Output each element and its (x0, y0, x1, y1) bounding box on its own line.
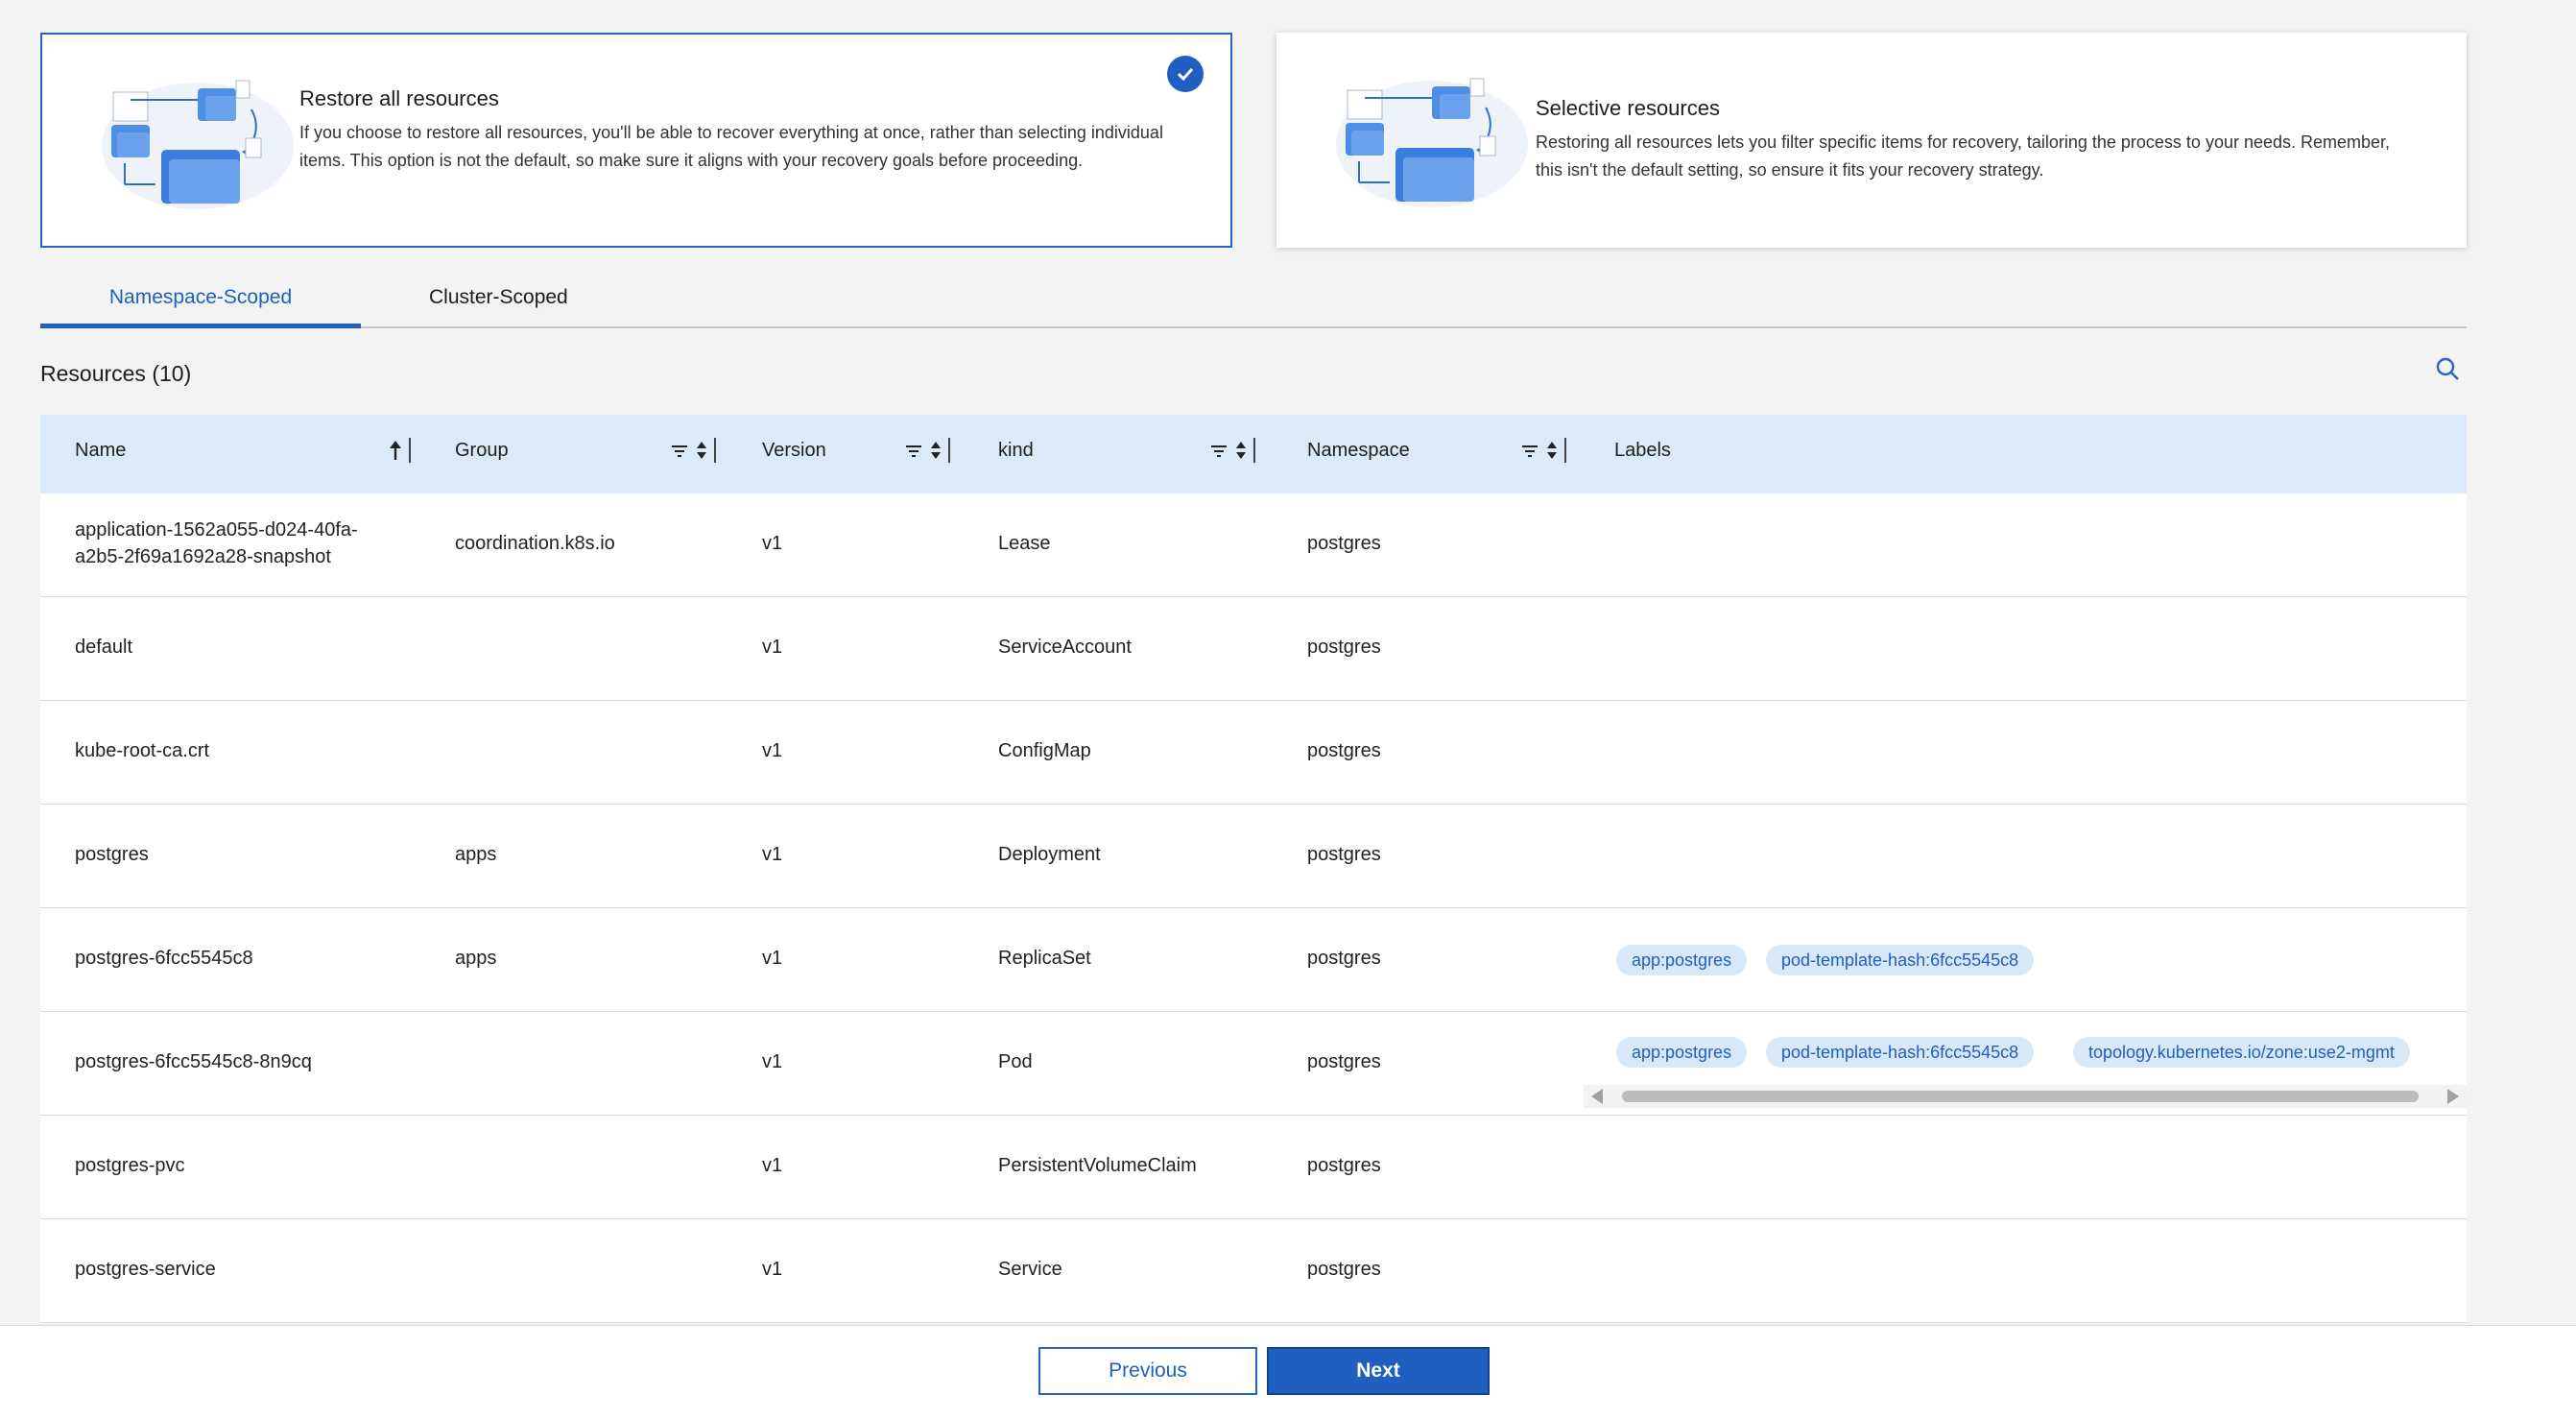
wizard-footer: Previous Next (0, 1325, 2576, 1419)
cell-name: postgres-pvc (75, 1155, 185, 1176)
scroll-right-arrow-icon[interactable] (2447, 1089, 2459, 1104)
column-resize-handle[interactable] (409, 438, 411, 463)
filter-icon[interactable] (1209, 439, 1228, 462)
cell-namespace: postgres (1307, 844, 1381, 865)
restore-all-title: Restore all resources (299, 86, 499, 110)
cell-kind: ReplicaSet (998, 948, 1091, 969)
label-chip: app:postgres (1616, 945, 1748, 975)
filter-icon[interactable] (1520, 439, 1539, 462)
cell-version: v1 (762, 637, 783, 658)
table-row[interactable]: kube-root-ca.crt v1 ConfigMap postgres (40, 701, 2467, 805)
table-row[interactable]: postgres-6fcc5545c8-8n9cq v1 Pod postgre… (40, 1012, 2467, 1116)
cell-name: default (75, 637, 133, 658)
table-header: Name Group Version kind Namespace Labels (40, 415, 2467, 493)
cell-namespace: postgres (1307, 948, 1381, 969)
cell-namespace: postgres (1307, 1259, 1381, 1280)
label-chip: pod-template-hash:6fcc5545c8 (1766, 1037, 2035, 1068)
cell-name: kube-root-ca.crt (75, 740, 210, 761)
selected-check-icon (1167, 56, 1204, 92)
selective-resources-title: Selective resources (1536, 96, 1720, 120)
previous-button[interactable]: Previous (1038, 1347, 1257, 1395)
tab-namespace-scoped[interactable]: Namespace-Scoped (40, 286, 361, 328)
cell-namespace: postgres (1307, 1155, 1381, 1176)
folder-illustration-icon (102, 80, 294, 209)
tab-cluster-scoped[interactable]: Cluster-Scoped (429, 286, 568, 328)
filter-icon[interactable] (670, 439, 689, 462)
resources-table: Name Group Version kind Namespace Labels… (40, 415, 2467, 1323)
labels-horizontal-scrollbar[interactable] (1584, 1085, 2467, 1108)
label-chip: pod-template-hash:6fcc5545c8 (1766, 945, 2035, 975)
cell-name: postgres (75, 844, 149, 865)
sort-ascending-icon[interactable] (388, 439, 403, 462)
filter-icon[interactable] (904, 439, 923, 462)
label-chip: topology.kubernetes.io/zone:use2-mgmt (2073, 1037, 2410, 1068)
restore-all-description: If you choose to restore all resources, … (299, 123, 1163, 170)
sort-icon[interactable] (1545, 439, 1559, 462)
cell-namespace: postgres (1307, 637, 1381, 658)
scrollbar-thumb[interactable] (1622, 1091, 2419, 1102)
cell-version: v1 (762, 1259, 783, 1280)
column-header-group[interactable]: Group (455, 440, 509, 462)
selective-resources-description: Restoring all resources lets you filter … (1536, 132, 2391, 180)
cell-version: v1 (762, 1051, 783, 1072)
table-row[interactable]: postgres-6fcc5545c8 apps v1 ReplicaSet p… (40, 908, 2467, 1012)
cell-kind: Deployment (998, 844, 1101, 865)
cell-group: apps (455, 844, 497, 865)
sort-icon[interactable] (695, 439, 708, 462)
table-row[interactable]: postgres-service v1 Service postgres (40, 1219, 2467, 1323)
table-row[interactable]: application-1562a055-d024-40fa-a2b5-2f69… (40, 493, 2467, 597)
column-header-version[interactable]: Version (762, 440, 826, 462)
cell-kind: ConfigMap (998, 740, 1091, 761)
cell-name: postgres-service (75, 1259, 216, 1280)
scroll-left-arrow-icon[interactable] (1591, 1089, 1603, 1104)
column-header-labels[interactable]: Labels (1614, 440, 1671, 462)
cell-name: postgres-6fcc5545c8 (75, 948, 253, 969)
search-icon[interactable] (2434, 355, 2461, 382)
sort-icon[interactable] (929, 439, 942, 462)
table-row[interactable]: postgres-pvc v1 PersistentVolumeClaim po… (40, 1116, 2467, 1219)
cell-kind: Pod (998, 1051, 1033, 1072)
cell-namespace: postgres (1307, 533, 1381, 554)
column-resize-handle[interactable] (1253, 438, 1255, 463)
sort-icon[interactable] (1234, 439, 1248, 462)
cell-name: application-1562a055-d024-40fa-a2b5-2f69… (75, 519, 358, 567)
cell-namespace: postgres (1307, 1051, 1381, 1072)
scope-tabs: Namespace-Scoped Cluster-Scoped (40, 277, 2467, 328)
column-header-name[interactable]: Name (75, 440, 126, 462)
cell-kind: Lease (998, 533, 1051, 554)
cell-version: v1 (762, 740, 783, 761)
cell-name: postgres-6fcc5545c8-8n9cq (75, 1051, 312, 1072)
column-header-namespace[interactable]: Namespace (1307, 440, 1410, 462)
column-resize-handle[interactable] (948, 438, 950, 463)
column-resize-handle[interactable] (714, 438, 716, 463)
table-row[interactable]: default v1 ServiceAccount postgres (40, 597, 2467, 701)
cell-kind: ServiceAccount (998, 637, 1132, 658)
cell-kind: Service (998, 1259, 1062, 1280)
column-resize-handle[interactable] (1564, 438, 1566, 463)
cell-namespace: postgres (1307, 740, 1381, 761)
resources-title: Resources (10) (40, 361, 192, 386)
cell-group: coordination.k8s.io (455, 533, 615, 554)
cell-kind: PersistentVolumeClaim (998, 1155, 1197, 1176)
next-button[interactable]: Next (1267, 1347, 1490, 1395)
selective-resources-card[interactable]: Selective resources Restoring all resour… (1276, 33, 2467, 248)
cell-version: v1 (762, 533, 783, 554)
label-chip: app:postgres (1616, 1037, 1748, 1068)
cell-version: v1 (762, 844, 783, 865)
column-header-kind[interactable]: kind (998, 440, 1034, 462)
table-row[interactable]: postgres apps v1 Deployment postgres (40, 805, 2467, 908)
cell-version: v1 (762, 1155, 783, 1176)
cell-version: v1 (762, 948, 783, 969)
restore-all-card[interactable]: Restore all resources If you choose to r… (40, 33, 1232, 248)
folder-illustration-icon (1336, 78, 1528, 207)
cell-group: apps (455, 948, 497, 969)
